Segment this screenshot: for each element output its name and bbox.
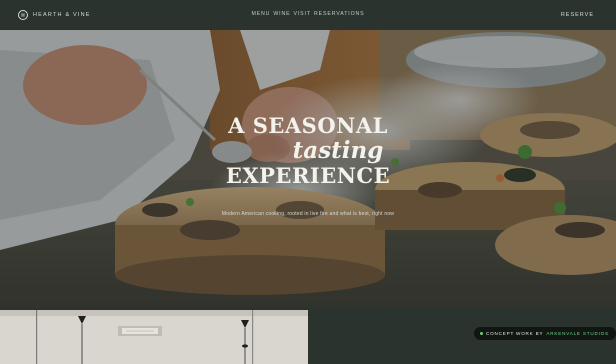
hero-line-3: EXPERIENCE [225, 163, 391, 188]
credit-label: CONCEPT WORK BY [486, 331, 544, 336]
main-nav: MENU WINE VISIT RESERVATIONS [251, 11, 364, 17]
brand-logo[interactable]: HEARTH & VINE [18, 10, 91, 20]
hero-line-2: tasting [292, 137, 384, 164]
reserve-link[interactable]: RESERVE [561, 12, 594, 18]
credit-studio-link[interactable]: ARKENVALE STUDIOS [546, 331, 609, 336]
hero-line-1: A SEASONAL [228, 113, 388, 138]
nav-item-wine[interactable]: WINE [273, 11, 290, 17]
hero-section: A SEASONAL tasting EXPERIENCE Modern Ame… [0, 30, 616, 308]
hero-headline: A SEASONAL tasting EXPERIENCE [0, 114, 616, 188]
nav-item-visit[interactable]: VISIT [293, 11, 310, 17]
concept-credit-badge[interactable]: CONCEPT WORK BY ARKENVALE STUDIOS [474, 327, 616, 340]
status-dot-icon [480, 332, 483, 335]
pause-circle-icon [18, 10, 28, 20]
nav-item-reservations[interactable]: RESERVATIONS [314, 11, 365, 17]
nav-item-menu[interactable]: MENU [251, 11, 270, 17]
page: HEARTH & VINE MENU WINE VISIT RESERVATIO… [0, 0, 616, 364]
hero-subtitle: Modern American cooking, rooted in live … [221, 211, 395, 217]
brand-name: HEARTH & VINE [33, 12, 91, 18]
interior-photo [0, 310, 308, 364]
site-header: HEARTH & VINE MENU WINE VISIT RESERVATIO… [0, 0, 616, 30]
